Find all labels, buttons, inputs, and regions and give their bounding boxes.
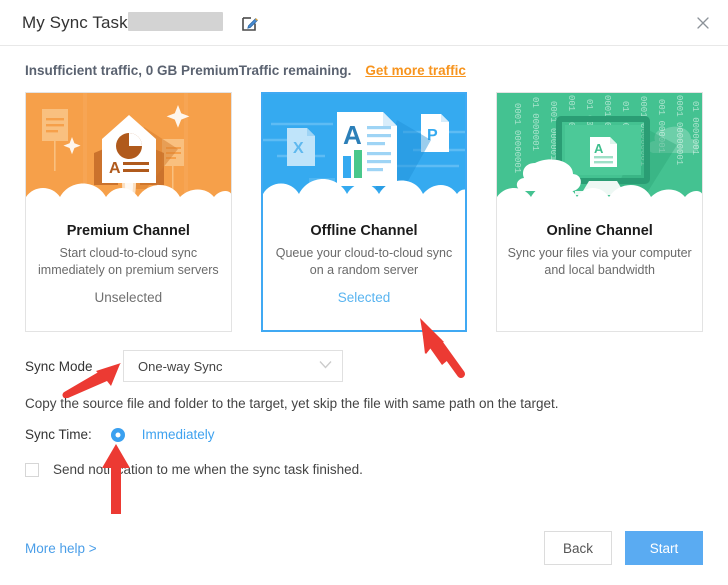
traffic-banner: Insufficient traffic, 0 GB PremiumTraffi…	[25, 63, 703, 78]
back-button[interactable]: Back	[543, 531, 612, 565]
channel-card-offline[interactable]: X P A Offline Channel Queue your cloud-t…	[260, 92, 468, 332]
channel-card-list: A Premium Channel Start cloud-to-cloud s…	[25, 92, 703, 332]
dialog-body: Insufficient traffic, 0 GB PremiumTraffi…	[0, 46, 728, 585]
channel-description: Sync your files via your computer and lo…	[507, 246, 692, 277]
sync-settings-form: Sync Mode One-way Sync Copy the source f…	[25, 350, 703, 477]
channel-title: Premium Channel	[66, 223, 190, 239]
svg-text:01 0000001: 01 0000001	[530, 97, 540, 151]
footer-buttons: Back Start	[543, 531, 703, 565]
sync-time-immediately-radio[interactable]	[110, 427, 125, 442]
online-channel-info: Online Channel Sync your files via your …	[497, 211, 702, 331]
svg-text:A: A	[594, 141, 604, 156]
sync-time-label: Sync Time:	[25, 427, 92, 442]
premium-channel-illustration: A	[26, 93, 231, 211]
more-help-link[interactable]: More help >	[25, 541, 97, 556]
sync-mode-selected-value: One-way Sync	[138, 358, 223, 374]
sync-time-row: Sync Time: Immediately	[25, 427, 703, 442]
offline-channel-illustration: X P A	[262, 94, 466, 211]
channel-description: Start cloud-to-cloud sync immediately on…	[38, 246, 219, 277]
start-button[interactable]: Start	[625, 531, 703, 565]
premium-channel-info: Premium Channel Start cloud-to-cloud syn…	[26, 211, 231, 331]
close-icon[interactable]	[692, 12, 714, 34]
sync-task-dialog: My Sync Task Insufficient traffic, 0 GB …	[0, 0, 728, 585]
dialog-footer: More help > Back Start	[0, 511, 728, 585]
sync-mode-select[interactable]: One-way Sync	[123, 350, 343, 382]
channel-title: Offline Channel	[310, 223, 418, 239]
send-notification-label[interactable]: Send notification to me when the sync ta…	[53, 462, 363, 477]
sync-mode-row: Sync Mode One-way Sync	[25, 350, 703, 382]
offline-channel-info: Offline Channel Queue your cloud-to-clou…	[263, 211, 466, 330]
sync-mode-hint: Copy the source file and folder to the t…	[25, 396, 559, 411]
channel-card-online[interactable]: 0001 00000001 01 0000001 0001 000001 001…	[496, 92, 703, 332]
send-notification-checkbox[interactable]	[25, 462, 39, 477]
get-more-traffic-link[interactable]: Get more traffic	[365, 63, 466, 78]
channel-description: Queue your cloud-to-cloud sync on a rand…	[275, 246, 453, 277]
edit-pencil-icon[interactable]	[241, 14, 259, 32]
channel-title: Online Channel	[546, 223, 653, 239]
dialog-titlebar: My Sync Task	[0, 0, 728, 46]
channel-card-premium[interactable]: A Premium Channel Start cloud-to-cloud s…	[25, 92, 232, 332]
channel-state-label: Unselected	[94, 290, 163, 305]
notification-row: Send notification to me when the sync ta…	[25, 462, 703, 477]
svg-text:A: A	[109, 160, 121, 177]
chevron-down-icon	[319, 360, 332, 372]
svg-text:0001 00000001: 0001 00000001	[512, 103, 522, 173]
sync-time-immediately-label[interactable]: Immediately	[142, 427, 215, 442]
online-channel-illustration: 0001 00000001 01 0000001 0001 000001 001…	[497, 93, 702, 211]
page-title: My Sync Task	[22, 12, 128, 32]
traffic-message: Insufficient traffic, 0 GB PremiumTraffi…	[25, 63, 352, 78]
svg-text:X: X	[293, 140, 304, 157]
svg-text:A: A	[343, 120, 362, 150]
task-name-redacted-block	[127, 12, 223, 31]
sync-mode-label: Sync Mode	[25, 358, 93, 374]
channel-state-label: Selected	[337, 290, 391, 305]
